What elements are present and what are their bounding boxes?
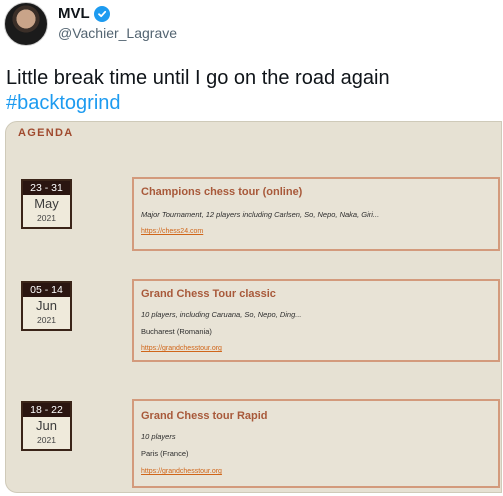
name-line: MVL [58,5,110,22]
date-box: 05 - 14 Jun 2021 [21,281,72,331]
display-name[interactable]: MVL [58,5,90,22]
avatar[interactable] [4,2,48,46]
event-card: Grand Chess Tour classic 10 players, inc… [132,279,500,362]
date-month: Jun [36,298,57,313]
event-description: 10 players [141,432,176,441]
verified-badge-icon [93,5,110,22]
event-title: Grand Chess Tour classic [141,288,276,300]
date-year: 2021 [37,315,56,325]
hashtag-link[interactable]: #backtogrind [6,91,496,116]
date-month: Jun [36,418,57,433]
agenda-title: AGENDA [18,127,74,139]
date-range: 05 - 14 [23,283,70,297]
tweet-media-image[interactable]: AGENDA 23 - 31 May 2021 Champions chess … [5,121,502,493]
tweet-text: Little break time until I go on the road… [6,66,496,116]
date-month: May [34,196,59,211]
tweet-body: Little break time until I go on the road… [6,67,390,89]
event-link: https://grandchesstour.org [141,468,222,475]
event-location: Paris (France) [141,449,189,458]
event-link: https://chess24.com [141,228,204,235]
date-year: 2021 [37,435,56,445]
event-title: Champions chess tour (online) [141,186,303,198]
event-description: 10 players, including Caruana, So, Nepo,… [141,310,302,319]
date-year: 2021 [37,213,56,223]
event-location: Bucharest (Romania) [141,327,212,336]
tweet-header: MVL @Vachier_Lagrave [0,0,503,50]
event-title: Grand Chess tour Rapid [141,410,268,422]
event-card: Grand Chess tour Rapid 10 players Paris … [132,399,500,488]
date-box: 18 - 22 Jun 2021 [21,401,72,451]
user-handle[interactable]: @Vachier_Lagrave [58,25,177,41]
event-description: Major Tournament, 12 players including C… [141,210,380,219]
date-range: 23 - 31 [23,181,70,195]
date-box: 23 - 31 May 2021 [21,179,72,229]
event-card: Champions chess tour (online) Major Tour… [132,177,500,251]
date-range: 18 - 22 [23,403,70,417]
event-link: https://grandchesstour.org [141,345,222,352]
